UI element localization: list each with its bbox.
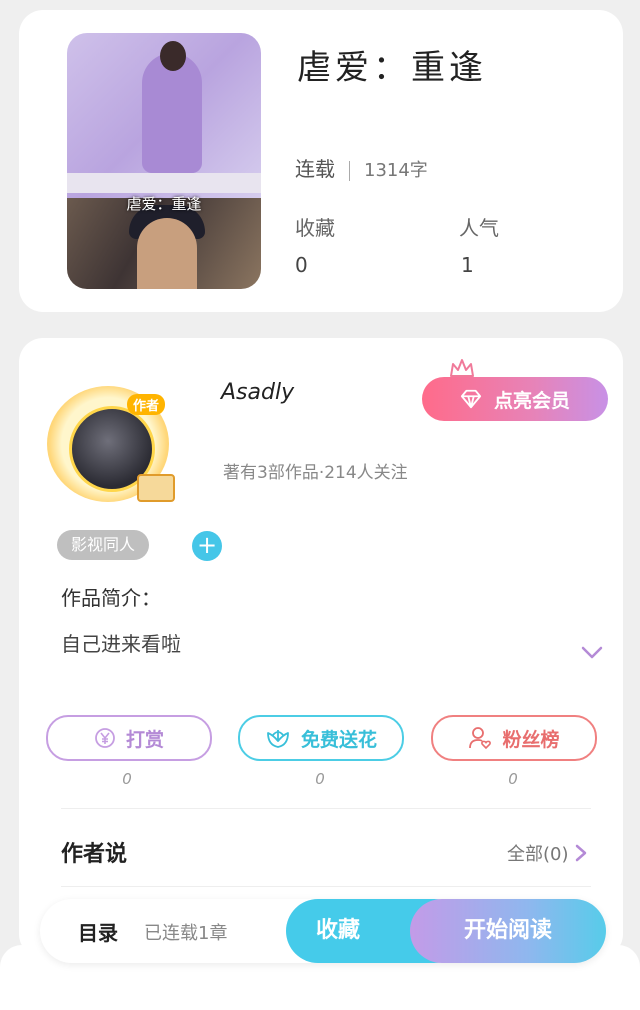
fans-count: 0 (508, 770, 518, 788)
book-title: 虐爱：重逢 (297, 48, 487, 88)
book-status: 连载 (295, 157, 335, 181)
send-flower-button[interactable]: 免费送花 (238, 715, 404, 761)
fans-ranking-button[interactable]: 粉丝榜 (431, 715, 597, 761)
bottom-action-bar: 目录 已连载1章 收藏 开始阅读 (40, 899, 606, 963)
word-count: 1314字 (364, 160, 428, 181)
diamond-icon (460, 389, 482, 409)
crown-icon (450, 359, 474, 377)
chevron-right-icon (575, 844, 586, 862)
yen-coin-icon (95, 728, 115, 748)
book-status-row: 连载 1314字 (295, 153, 428, 182)
popularity-label: 人气 (459, 216, 499, 240)
author-name[interactable]: Asadly (221, 380, 294, 405)
cover-figure (142, 53, 202, 173)
reward-label: 打赏 (125, 728, 164, 751)
author-badge: 作者 (127, 394, 166, 415)
chevron-down-icon[interactable] (581, 646, 603, 660)
cover-figure-head (160, 41, 186, 71)
cover-title-text: 虐爱：重逢 (126, 195, 202, 213)
book-cover[interactable]: 虐爱：重逢 (67, 33, 261, 289)
divider (61, 808, 591, 809)
status-divider (349, 160, 350, 181)
start-reading-button[interactable]: 开始阅读 (410, 899, 606, 963)
favorites-value: 0 (295, 253, 308, 277)
book-info-card: 虐爱：重逢 虐爱：重逢 连载 1314字 收藏 0 人气 1 (19, 10, 623, 312)
flower-count: 0 (315, 770, 325, 788)
author-card: 作者 Asadly 著有3部作品·214人关注 点亮会员 影视同人 + 作品简介… (19, 338, 623, 958)
genre-tag[interactable]: 影视同人 (57, 530, 150, 560)
flower-icon (267, 730, 289, 748)
book-icon (137, 474, 175, 502)
vip-label: 点亮会员 (493, 389, 570, 412)
author-works-info: 著有3部作品·214人关注 (223, 463, 408, 483)
add-tag-button[interactable]: + (192, 531, 222, 561)
reward-button[interactable]: 打赏 (46, 715, 212, 761)
see-all-label: 全部(0) (507, 844, 569, 865)
user-heart-icon (469, 727, 492, 750)
chapter-count: 已连载1章 (144, 923, 228, 944)
popularity-value: 1 (461, 253, 474, 277)
fans-label: 粉丝榜 (502, 728, 560, 751)
see-all-link[interactable]: 全部(0) (507, 840, 587, 866)
flower-label: 免费送花 (300, 728, 377, 751)
intro-text: 自己进来看啦 (61, 632, 181, 656)
cover-figure2-face (137, 218, 197, 289)
cover-ledge (67, 173, 261, 193)
favorites-label: 收藏 (295, 216, 335, 240)
intro-label: 作品简介： (61, 586, 161, 610)
vip-button[interactable]: 点亮会员 (422, 377, 608, 421)
author-avatar[interactable]: 作者 (41, 382, 181, 506)
table-of-contents-button[interactable]: 目录 (78, 917, 118, 946)
reward-count: 0 (122, 770, 132, 788)
divider (61, 886, 591, 887)
author-says-title: 作者说 (61, 842, 128, 867)
